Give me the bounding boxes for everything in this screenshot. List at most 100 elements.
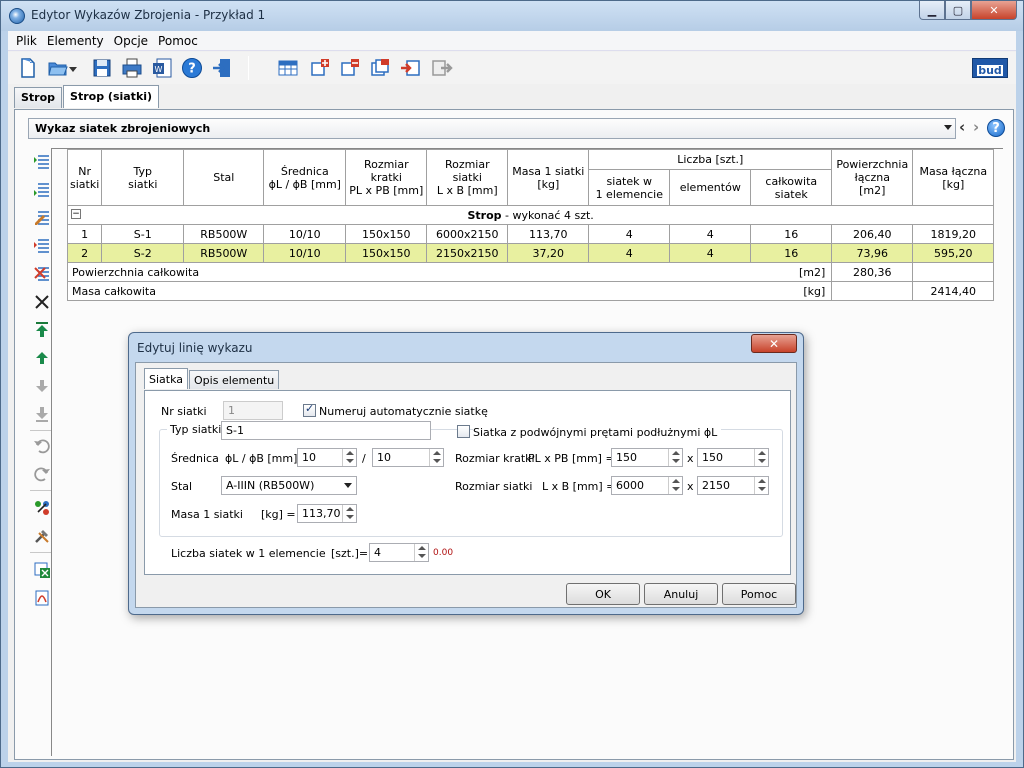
kratka-l-spinner[interactable]: [668, 449, 682, 466]
add-element-icon[interactable]: [308, 56, 332, 80]
double-bars-checkbox[interactable]: [457, 425, 470, 438]
help-circle-icon[interactable]: ?: [987, 119, 1005, 137]
title-bar[interactable]: Edytor Wykazów Zbrojenia - Przykład 1 ▁ …: [1, 1, 1023, 31]
export-excel-icon[interactable]: [32, 560, 52, 580]
app-icon: [9, 8, 25, 24]
col-elementow[interactable]: elementów: [669, 169, 752, 206]
table-view-icon[interactable]: [276, 56, 300, 80]
export-element-icon[interactable]: [430, 56, 454, 80]
edit-row-icon[interactable]: [32, 208, 52, 228]
ok-button[interactable]: OK: [566, 583, 640, 605]
table-row[interactable]: 1 S-1 RB500W 10/10 150x150 6000x2150 113…: [66, 224, 995, 244]
rozmiar-b-spinner[interactable]: [754, 477, 768, 494]
print-icon[interactable]: [120, 56, 144, 80]
group-row[interactable]: − Strop - wykonać 4 szt.: [66, 205, 995, 225]
compare-icon[interactable]: [32, 498, 52, 518]
table-row-selected[interactable]: 2 S-2 RB500W 10/10 150x150 2150x2150 37,…: [66, 243, 995, 263]
col-stal[interactable]: Stal: [183, 149, 265, 206]
kratka-l-value: 150: [616, 451, 637, 464]
stal-label: Stal: [171, 480, 193, 493]
collapse-toggle-icon[interactable]: −: [71, 209, 81, 219]
copy-element-icon[interactable]: [368, 56, 392, 80]
menu-elementy[interactable]: Elementy: [43, 31, 110, 50]
col-siatek-w[interactable]: siatek w 1 elemencie: [588, 169, 671, 206]
move-up-icon[interactable]: [32, 348, 52, 368]
dialog-close-button[interactable]: ✕: [751, 334, 797, 353]
auto-number-checkbox[interactable]: [303, 402, 316, 417]
import-element-icon[interactable]: [398, 56, 422, 80]
srednica-b-input[interactable]: 10: [372, 448, 444, 467]
rozmiar-b-value: 2150: [702, 479, 730, 492]
rozmiar-l-input[interactable]: 6000: [611, 476, 683, 495]
cancel-button[interactable]: Anuluj: [644, 583, 718, 605]
list-type-select[interactable]: Wykaz siatek zbrojeniowych: [28, 118, 956, 139]
move-top-icon[interactable]: [32, 320, 52, 340]
export-pdf-icon[interactable]: [32, 588, 52, 608]
col-kratka[interactable]: Rozmiar kratki PL x PB [mm]: [345, 149, 428, 206]
masa-spinner[interactable]: [342, 505, 356, 522]
menu-pomoc[interactable]: Pomoc: [154, 31, 204, 50]
kratka-b-value: 150: [702, 451, 723, 464]
move-bottom-icon[interactable]: [32, 404, 52, 424]
srednica-l-spinner[interactable]: [342, 449, 356, 466]
srednica-b-spinner[interactable]: [429, 449, 443, 466]
col-calkowita[interactable]: całkowita siatek: [750, 169, 833, 206]
new-file-icon[interactable]: [16, 56, 40, 80]
exit-icon[interactable]: [210, 56, 234, 80]
masa-input[interactable]: 113,70: [297, 504, 357, 523]
tab-siatka[interactable]: Siatka: [144, 368, 189, 389]
liczba-spinner[interactable]: [414, 544, 428, 561]
help-button[interactable]: Pomoc: [722, 583, 796, 605]
nr-field[interactable]: 1: [223, 401, 283, 420]
tab-strop-siatki[interactable]: Strop (siatki): [63, 85, 160, 108]
tab-strop[interactable]: Strop: [14, 87, 63, 108]
liczba-extra: 0.00: [433, 548, 454, 558]
total-mass-label: Masa całkowita: [72, 284, 156, 298]
move-down-icon[interactable]: [32, 376, 52, 396]
stal-select[interactable]: A-IIIN (RB500W): [221, 476, 357, 495]
kratka-l-input[interactable]: 150: [611, 448, 683, 467]
delete-row-icon[interactable]: [32, 264, 52, 284]
tab-opis-elementu[interactable]: Opis elementu: [189, 370, 280, 389]
save-icon[interactable]: [90, 56, 114, 80]
rozmiar-b-input[interactable]: 2150: [697, 476, 769, 495]
next-arrow-icon[interactable]: ›: [973, 118, 979, 136]
insert-row-below-icon[interactable]: [32, 180, 52, 200]
open-dropdown-icon[interactable]: [68, 56, 78, 80]
typ-field[interactable]: S-1: [221, 421, 431, 440]
duplicate-row-icon[interactable]: [32, 236, 52, 256]
total-area-value: 280,36: [831, 262, 914, 282]
cell-masa1: 113,70: [507, 224, 590, 244]
tools-icon[interactable]: [32, 526, 52, 546]
col-masa-laczna[interactable]: Masa łączna [kg]: [912, 149, 995, 206]
help-icon[interactable]: ?: [180, 56, 204, 80]
liczba-input[interactable]: 4: [369, 543, 429, 562]
delete-icon[interactable]: [32, 292, 52, 312]
col-liczba[interactable]: Liczba [szt.]: [588, 149, 833, 170]
close-button[interactable]: ✕: [971, 1, 1017, 20]
srednica-l-input[interactable]: 10: [297, 448, 357, 467]
summary-area-row: Powierzchnia całkowita [m2] 280,36: [66, 262, 995, 282]
export-word-icon[interactable]: W: [150, 56, 174, 80]
undo-icon[interactable]: [32, 436, 52, 456]
col-srednica[interactable]: Średnica ϕL / ϕB [mm]: [263, 149, 347, 206]
insert-row-above-icon[interactable]: [32, 152, 52, 172]
col-pow[interactable]: Powierzchnia łączna [m2]: [831, 149, 914, 206]
minimize-button[interactable]: ▁: [919, 1, 945, 20]
open-folder-icon[interactable]: [46, 56, 70, 80]
maximize-button[interactable]: ▢: [945, 1, 971, 20]
col-nr[interactable]: Nr siatki: [66, 149, 103, 206]
total-mass-unit: [kg]: [803, 284, 826, 298]
redo-icon[interactable]: [32, 464, 52, 484]
rozmiar-l-spinner[interactable]: [668, 477, 682, 494]
col-masa1[interactable]: Masa 1 siatki [kg]: [507, 149, 590, 206]
kratka-b-spinner[interactable]: [754, 449, 768, 466]
remove-element-icon[interactable]: [338, 56, 362, 80]
cell-masa: 595,20: [912, 243, 995, 263]
menu-opcje[interactable]: Opcje: [110, 31, 154, 50]
col-typ[interactable]: Typ siatki: [101, 149, 185, 206]
col-rozmiar[interactable]: Rozmiar siatki L x B [mm]: [426, 149, 509, 206]
kratka-b-input[interactable]: 150: [697, 448, 769, 467]
prev-arrow-icon[interactable]: ‹: [959, 118, 965, 136]
menu-plik[interactable]: Plik: [12, 31, 43, 50]
